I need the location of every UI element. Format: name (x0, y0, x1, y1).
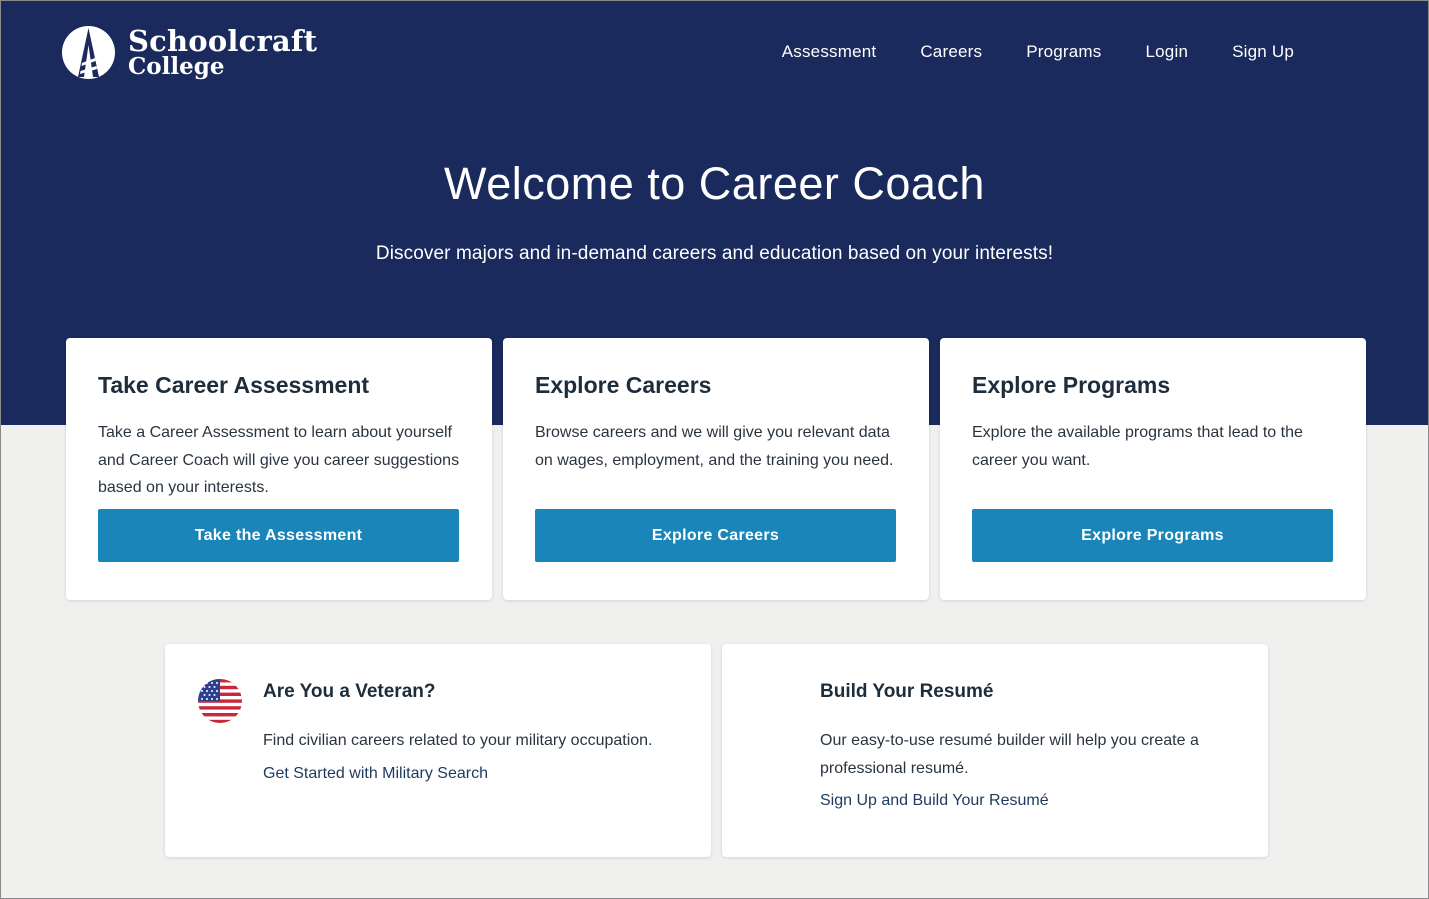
veteran-content: Are You a Veteran? Find civilian careers… (263, 681, 681, 783)
military-search-link[interactable]: Get Started with Military Search (263, 765, 488, 783)
nav-sign-up[interactable]: Sign Up (1232, 42, 1294, 62)
nav-login[interactable]: Login (1146, 42, 1189, 62)
lighthouse-logo-icon (62, 26, 115, 79)
build-resume-link[interactable]: Sign Up and Build Your Resumé (820, 792, 1049, 810)
card-description: Our easy-to-use resumé builder will help… (820, 732, 1199, 777)
resume-card: Build Your Resumé Our easy-to-use resumé… (722, 644, 1268, 857)
card-description: Take a Career Assessment to learn about … (98, 424, 460, 496)
logo-wordmark: Schoolcraft College (128, 24, 318, 80)
main-nav: Assessment Careers Programs Login Sign U… (738, 42, 1294, 62)
veteran-card: Are You a Veteran? Find civilian careers… (165, 644, 711, 857)
logo-line1: Schoolcraft (128, 24, 318, 58)
take-assessment-button[interactable]: Take the Assessment (98, 509, 459, 562)
card-title: Explore Programs (972, 372, 1171, 398)
explore-careers-card: Explore Careers Browse careers and we wi… (503, 338, 929, 600)
career-assessment-card: Take Career Assessment Take a Career Ass… (66, 338, 492, 600)
explore-programs-button[interactable]: Explore Programs (972, 509, 1333, 562)
resume-content: Build Your Resumé Our easy-to-use resumé… (820, 681, 1238, 810)
hero-subtitle: Discover majors and in-demand careers an… (375, 243, 1054, 264)
page-title: Welcome to Career Coach (444, 158, 985, 209)
explore-careers-button[interactable]: Explore Careers (535, 509, 896, 562)
card-description: Explore the available programs that lead… (972, 424, 1303, 469)
card-description: Browse careers and we will give you rele… (535, 424, 894, 469)
logo-line2: College (128, 53, 225, 80)
us-flag-icon (198, 679, 242, 723)
nav-assessment[interactable]: Assessment (782, 42, 877, 62)
nav-careers[interactable]: Careers (920, 42, 982, 62)
card-title: Build Your Resumé (820, 681, 994, 702)
card-title: Explore Careers (535, 372, 712, 398)
schoolcraft-college-logo[interactable]: Schoolcraft College (61, 25, 317, 80)
card-title: Take Career Assessment (98, 372, 370, 398)
card-description: Find civilian careers related to your mi… (263, 732, 653, 749)
nav-programs[interactable]: Programs (1026, 42, 1101, 62)
card-title: Are You a Veteran? (263, 681, 436, 702)
explore-programs-card: Explore Programs Explore the available p… (940, 338, 1366, 600)
